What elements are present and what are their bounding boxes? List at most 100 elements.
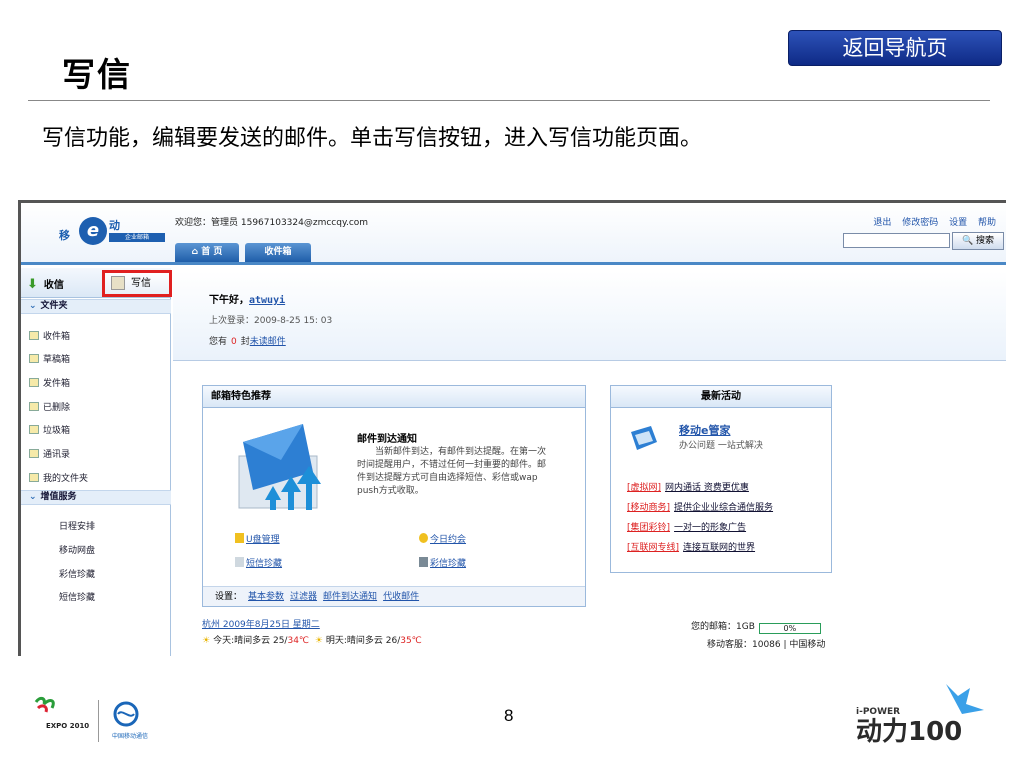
search-input[interactable] (843, 233, 950, 248)
mail-screenshot: 移 e 动 企业邮箱 欢迎您：管理员 15967103324@zmccqy.co… (18, 200, 1006, 656)
folder-inbox[interactable]: 收件箱 (29, 329, 70, 342)
udisk-link[interactable]: U盘管理 (235, 532, 280, 545)
basic-params-link[interactable]: 基本参数 (248, 592, 284, 602)
left-nav: ⬇ 收信 写信 ⌄ 文件夹 收件箱 草稿箱 发件箱 已删除 垃圾箱 通讯录 我的文件… (21, 268, 172, 656)
back-to-nav-button[interactable]: 返回导航页 (788, 30, 1002, 66)
folder-section-label: 文件夹 (40, 301, 68, 311)
slide: 写信 返回导航页 写信功能，编辑要发送的邮件。单击写信按钮，进入写信功能页面。 … (0, 0, 1024, 768)
ipower-logo: i-POWER 动力100 (856, 684, 984, 747)
customer-service: 移动客服：10086 | 中国移动 (707, 640, 826, 650)
receive-mail-button[interactable]: ⬇ 收信 (27, 276, 64, 292)
sms-collect-link[interactable]: 短信珍藏 (235, 556, 282, 569)
folder-deleted[interactable]: 已删除 (29, 400, 70, 413)
appointment-link[interactable]: 今日约会 (419, 532, 466, 545)
folder-icon (29, 473, 39, 482)
tab-inbox[interactable]: 收件箱 (245, 243, 311, 262)
service-section-label: 增值服务 (40, 492, 77, 502)
logo-prefix: 移 (59, 229, 70, 242)
folder-label: 发件箱 (43, 379, 71, 389)
service-sms[interactable]: 短信珍藏 (59, 590, 95, 603)
folder-sent[interactable]: 发件箱 (29, 376, 70, 389)
folder-contacts[interactable]: 通讯录 (29, 447, 70, 460)
envelope-icon (238, 424, 321, 510)
logo-mark: 动 (109, 219, 120, 232)
feature-body: 当新邮件到达，有邮件到达提醒。在第一次时间提醒用户，不错过任何一封重要的邮件。邮… (357, 447, 547, 496)
service-mms[interactable]: 彩信珍藏 (59, 567, 95, 580)
tab-home[interactable]: ⌂ 首 页 (175, 243, 239, 262)
features-header: 邮箱特色推荐 (203, 386, 585, 408)
folder-drafts[interactable]: 草稿箱 (29, 352, 70, 365)
mms-collect-link[interactable]: 彩信珍藏 (419, 556, 466, 569)
mailbox-quota: 您的邮箱：1GB 0% (691, 619, 821, 634)
folder-icon (29, 425, 39, 434)
weather-today: 今天:晴间多云 25/ (213, 636, 288, 646)
folder-label: 已删除 (43, 403, 71, 413)
folder-icon (29, 402, 39, 411)
promo-tag: [互联网专线] (627, 543, 680, 553)
smile-icon (419, 533, 428, 543)
receive-mail-label: 收信 (43, 280, 64, 291)
udisk-label: U盘管理 (246, 535, 280, 545)
mail-logo: 移 e 动 企业邮箱 (59, 217, 177, 247)
promo-tag: [移动商务] (627, 503, 671, 513)
promo-text: 一对一的形象广告 (674, 523, 747, 533)
settings-bar: 设置： 基本参数 过滤器 邮件到达通知 代收邮件 (203, 586, 585, 606)
arrival-notice-link[interactable]: 邮件到达通知 (323, 592, 377, 602)
write-mail-button[interactable]: 写信 (102, 270, 172, 297)
sms-icon (235, 557, 244, 567)
logout-link[interactable]: 退出 (873, 218, 891, 228)
mms-icon (419, 557, 428, 567)
city-date-link[interactable]: 杭州 2009年8月25日 星期二 (202, 617, 320, 630)
service-netdisk[interactable]: 移动网盘 (59, 543, 95, 556)
folder-junk[interactable]: 垃圾箱 (29, 423, 70, 436)
slide-description: 写信功能，编辑要发送的邮件。单击写信按钮，进入写信功能页面。 (42, 126, 703, 151)
promo-item[interactable]: [互联网专线] 连接互联网的世界 (627, 540, 755, 553)
logo-sub: 企业邮箱 (109, 233, 165, 242)
folder-section-header[interactable]: ⌄ 文件夹 (21, 299, 171, 314)
ipower-text: i-POWER (856, 707, 900, 717)
folder-label: 通讯录 (43, 450, 71, 460)
greeting-text: 下午好， (209, 295, 249, 306)
manager-title[interactable]: 移动e管家 (679, 422, 730, 438)
user-link[interactable]: atwuyi (249, 295, 285, 306)
service-section-header[interactable]: ⌄ 增值服务 (21, 490, 171, 505)
slide-title: 写信 (62, 55, 132, 94)
greeting: 下午好，atwuyi (209, 291, 285, 306)
weather-today-high: 34℃ (287, 636, 310, 646)
weather-tomorrow-high: 35℃ (400, 636, 422, 646)
help-link[interactable]: 帮助 (978, 218, 996, 228)
unread-link[interactable]: 未读邮件 (250, 337, 286, 347)
promo-item[interactable]: [集团彩铃] 一对一的形象广告 (627, 520, 746, 533)
last-login: 上次登录：2009-8-25 15: 03 (209, 316, 333, 326)
service-schedule[interactable]: 日程安排 (59, 519, 95, 532)
cmcc-text: 中国移动通信 (112, 732, 148, 740)
appointment-label: 今日约会 (430, 535, 467, 545)
drafts-icon (29, 354, 39, 363)
unread-info: 您有 0 封未读邮件 (209, 334, 286, 347)
left-nav-head: ⬇ 收信 写信 (21, 268, 172, 298)
udisk-icon (235, 533, 244, 543)
change-password-link[interactable]: 修改密码 (902, 218, 938, 228)
proxy-mail-link[interactable]: 代收邮件 (383, 592, 419, 602)
quota-bar: 0% (758, 623, 821, 634)
folder-label: 垃圾箱 (43, 426, 71, 436)
inbox-icon (29, 331, 39, 340)
activities-panel: 最新活动 移动e管家 办公问题 一站式解决 [虚拟网] 网内通话 资费更优惠 [移… (610, 385, 832, 573)
promo-item[interactable]: [虚拟网] 网内通话 资费更优惠 (627, 480, 749, 493)
activities-header: 最新活动 (611, 386, 831, 408)
search-button[interactable]: 🔍 搜索 (952, 232, 1004, 250)
folder-label: 我的文件夹 (43, 474, 89, 484)
sent-icon (29, 378, 39, 387)
chevron-down-icon: ⌄ (29, 301, 37, 311)
top-links: 退出 修改密码 设置 帮助 (865, 215, 996, 228)
expo-cmcc-logo: EXPO 2010 中国移动通信 (34, 696, 148, 742)
promo-item[interactable]: [移动商务] 提供企业业综合通信服务 (627, 500, 773, 513)
folder-my-folders[interactable]: 我的文件夹 (29, 471, 88, 484)
search-button-label: 搜索 (976, 236, 995, 246)
settings-link[interactable]: 设置 (949, 218, 967, 228)
promo-tag: [集团彩铃] (627, 523, 671, 533)
write-mail-label: 写信 (131, 278, 151, 289)
sms-collect-label: 短信珍藏 (246, 559, 283, 569)
filter-link[interactable]: 过滤器 (290, 592, 317, 602)
unread-prefix: 您有 (209, 337, 228, 347)
